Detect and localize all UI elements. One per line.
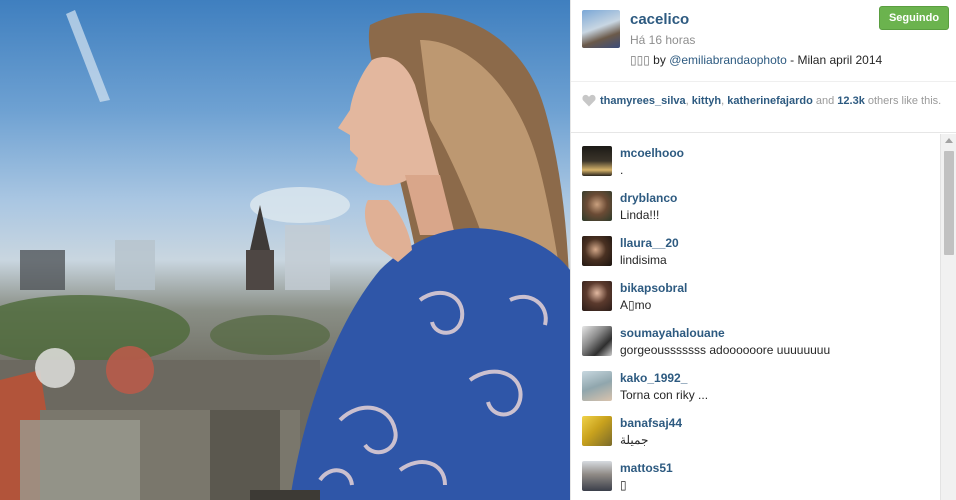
owner-avatar[interactable] xyxy=(582,10,620,48)
caption-emoji-glyphs: ▯▯▯ xyxy=(630,53,650,67)
comment-username[interactable]: mattos51 xyxy=(620,461,673,475)
comment-avatar[interactable] xyxy=(582,191,612,221)
comment-text: ▯ xyxy=(620,478,627,492)
comment-item: llaura__20 lindisima xyxy=(571,224,941,269)
comment-username[interactable]: dryblanco xyxy=(620,191,677,205)
likes-and: and xyxy=(812,95,838,107)
post-timestamp[interactable]: Há 16 horas xyxy=(630,33,695,47)
comment-item: dryblanco Linda!!! xyxy=(571,179,941,224)
comment-text: Linda!!! xyxy=(620,208,660,222)
comment-avatar[interactable] xyxy=(582,416,612,446)
comment-text: gorgeousssssss adoooooore uuuuuuuu xyxy=(620,343,831,357)
comment-username[interactable]: soumayahalouane xyxy=(620,326,725,340)
comment-text: . xyxy=(620,163,624,177)
comment-item: bikapsobral A▯mo xyxy=(571,269,941,314)
owner-username[interactable]: cacelico xyxy=(630,11,689,28)
comment-avatar[interactable] xyxy=(582,281,612,311)
comment-text: lindisima xyxy=(620,253,667,267)
post-photo[interactable] xyxy=(0,0,570,500)
comment-username[interactable]: banafsaj44 xyxy=(620,416,682,430)
photo-illustration xyxy=(0,10,570,500)
follow-button[interactable]: Seguindo xyxy=(879,6,949,30)
likes-suffix: others like this. xyxy=(864,95,942,107)
comment-username[interactable]: mcoelhooo xyxy=(620,146,684,160)
post-caption: ▯▯▯ by @emiliabrandaophoto - Milan april… xyxy=(630,53,882,67)
comment-username[interactable]: kako_1992_ xyxy=(620,371,687,385)
comment-avatar[interactable] xyxy=(582,146,612,176)
comments-scrollbar[interactable] xyxy=(940,134,956,500)
comment-text: Torna con riky ... xyxy=(620,388,709,402)
comment-item: banafsaj44 جميلة xyxy=(571,404,941,449)
comment-text: A▯mo xyxy=(620,298,652,312)
comment-username[interactable]: llaura__20 xyxy=(620,236,679,250)
post-side-panel: cacelico Há 16 horas ▯▯▯ by @emiliabrand… xyxy=(570,0,956,500)
comment-avatar[interactable] xyxy=(582,371,612,401)
liker-username[interactable]: katherinefajardo xyxy=(727,95,813,107)
comment-item: mcoelhooo . xyxy=(571,134,941,179)
comment-avatar[interactable] xyxy=(582,461,612,491)
comments-list[interactable]: mcoelhooo . dryblanco Linda!!! llaura__2… xyxy=(571,134,956,500)
scroll-thumb[interactable] xyxy=(944,151,954,255)
likes-section: thamyrees_silva, kittyh, katherinefajard… xyxy=(571,83,956,133)
liker-username[interactable]: thamyrees_silva xyxy=(600,95,686,107)
post-header: cacelico Há 16 horas ▯▯▯ by @emiliabrand… xyxy=(571,0,956,82)
caption-by: by xyxy=(653,53,666,67)
heart-icon[interactable] xyxy=(582,94,596,107)
likes-count[interactable]: 12.3k xyxy=(837,95,865,107)
comment-text: جميلة xyxy=(620,433,649,447)
likes-summary: thamyrees_silva, kittyh, katherinefajard… xyxy=(600,93,950,109)
comment-item: soumayahalouane gorgeousssssss adoooooor… xyxy=(571,314,941,359)
comment-item: mattos51 ▯ xyxy=(571,449,941,494)
comment-avatar[interactable] xyxy=(582,236,612,266)
scroll-up-icon[interactable] xyxy=(945,138,953,143)
comment-username[interactable]: bikapsobral xyxy=(620,281,687,295)
liker-username[interactable]: kittyh xyxy=(692,95,721,107)
caption-text: - Milan april 2014 xyxy=(790,53,883,67)
caption-mention-link[interactable]: @emiliabrandaophoto xyxy=(669,53,787,67)
comment-item: kako_1992_ Torna con riky ... xyxy=(571,359,941,404)
comment-avatar[interactable] xyxy=(582,326,612,356)
